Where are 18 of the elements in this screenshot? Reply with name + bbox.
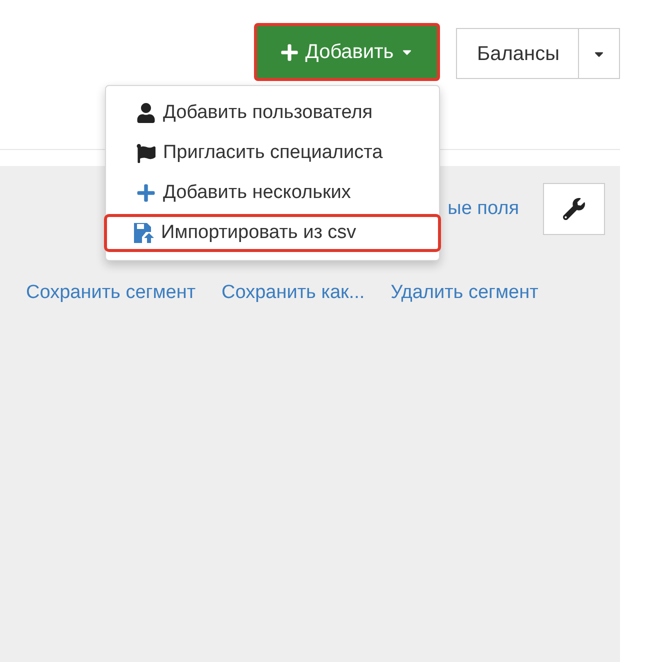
fields-link[interactable]: ые поля <box>448 194 519 224</box>
menu-item[interactable]: Пригласить специалиста <box>106 134 439 172</box>
plus-icon <box>135 183 157 203</box>
wrench-icon <box>563 198 585 220</box>
add-button[interactable]: Добавить <box>254 23 440 81</box>
plus-icon <box>280 42 300 62</box>
menu-item[interactable]: Добавить нескольких <box>106 174 439 212</box>
user-icon <box>135 103 157 123</box>
segment-link[interactable]: Сохранить сегмент <box>26 279 196 308</box>
dropdown-toggle[interactable] <box>579 28 620 79</box>
balances-button[interactable]: Балансы <box>456 28 579 79</box>
menu-item[interactable]: Добавить пользователя <box>106 94 439 132</box>
settings-button[interactable] <box>543 183 605 235</box>
flag-icon <box>135 144 157 162</box>
save-upload-icon <box>133 222 155 244</box>
segment-link[interactable]: Удалить сегмент <box>390 279 538 308</box>
menu-item[interactable]: Импортировать из csv <box>104 214 441 252</box>
segment-link[interactable]: Сохранить как... <box>222 279 365 308</box>
